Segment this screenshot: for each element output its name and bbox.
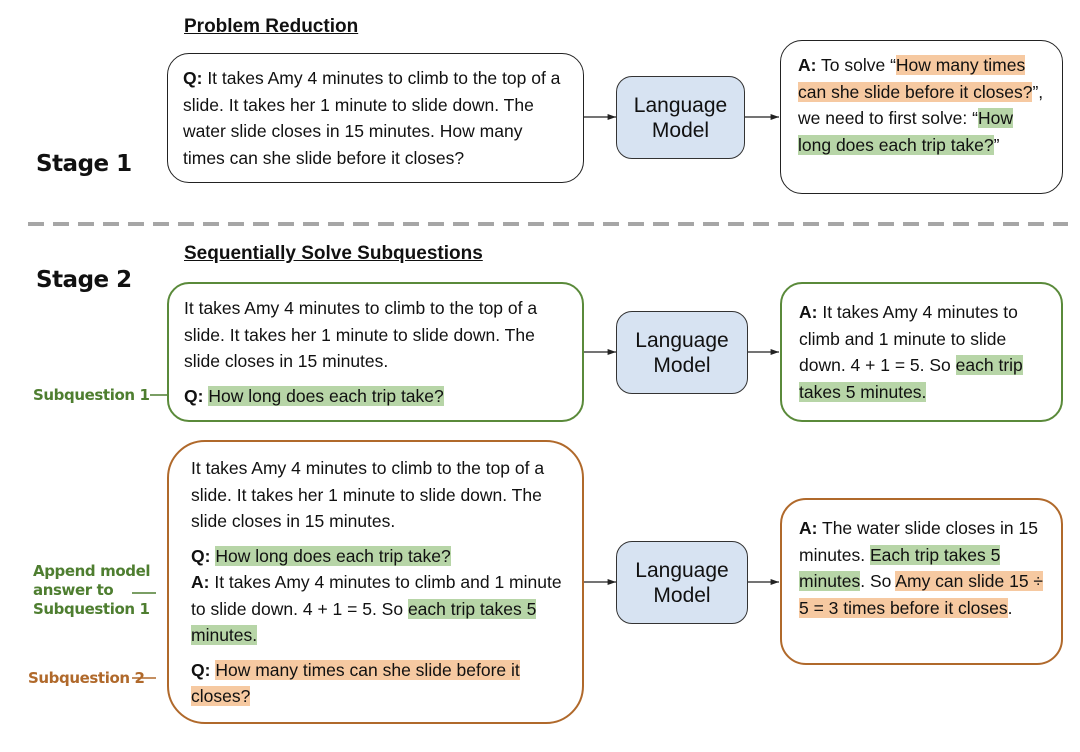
- model-label: Language Model: [633, 93, 728, 142]
- stage1-question-box: Q: It takes Amy 4 minutes to climb to th…: [167, 53, 584, 183]
- answer-text: .: [1007, 597, 1013, 618]
- stage2-step2-input-box: It takes Amy 4 minutes to climb to the t…: [167, 440, 584, 724]
- answer-text: To solve “: [816, 55, 896, 75]
- q-prefix: Q:: [183, 68, 203, 88]
- subquestion1-label: Subquestion 1: [33, 386, 150, 404]
- model-label: Language Model: [635, 558, 729, 607]
- stage1-label: Stage 1: [36, 151, 132, 177]
- a-prefix: A:: [798, 55, 817, 75]
- a-prefix: A:: [191, 572, 210, 592]
- highlight-subquestion1: How long does each trip take?: [215, 545, 451, 566]
- answer-text: ”: [993, 134, 1000, 155]
- a-prefix: A:: [799, 518, 818, 538]
- answer-text: . So: [860, 571, 896, 591]
- stage2-label: Stage 2: [36, 267, 132, 293]
- model-label: Language Model: [635, 328, 729, 377]
- q-prefix: Q:: [191, 545, 211, 566]
- highlight-subquestion1: How long does each trip take?: [208, 385, 444, 406]
- stage1-heading: Problem Reduction: [184, 16, 359, 37]
- stage1-language-model: Language Model: [616, 76, 745, 159]
- append-answer-label: Append model answer to Subquestion 1: [33, 562, 151, 618]
- a-prefix: A:: [799, 302, 818, 322]
- stage2-step2-language-model: Language Model: [616, 541, 748, 624]
- context-text: It takes Amy 4 minutes to climb to the t…: [184, 298, 538, 371]
- stage2-heading: Sequentially Solve Subquestions: [184, 243, 483, 264]
- stage2-step1-input-box: It takes Amy 4 minutes to climb to the t…: [167, 282, 584, 422]
- q-prefix: Q:: [184, 385, 204, 406]
- stage2-step2-answer-box: A: The water slide closes in 15 minutes.…: [780, 498, 1063, 665]
- stage2-step1-answer-box: A: It takes Amy 4 minutes to climb and 1…: [780, 282, 1063, 422]
- stage2-step1-language-model: Language Model: [616, 311, 748, 394]
- context-text: It takes Amy 4 minutes to climb to the t…: [191, 458, 545, 531]
- highlight-subquestion2: How many times can she slide before it c…: [191, 659, 520, 706]
- q-prefix: Q:: [191, 659, 211, 680]
- stage1-answer-box: A: To solve “How many times can she slid…: [780, 40, 1063, 194]
- question-text: It takes Amy 4 minutes to climb to the t…: [183, 68, 561, 168]
- subquestion2-label: Subquestion 2: [28, 669, 145, 687]
